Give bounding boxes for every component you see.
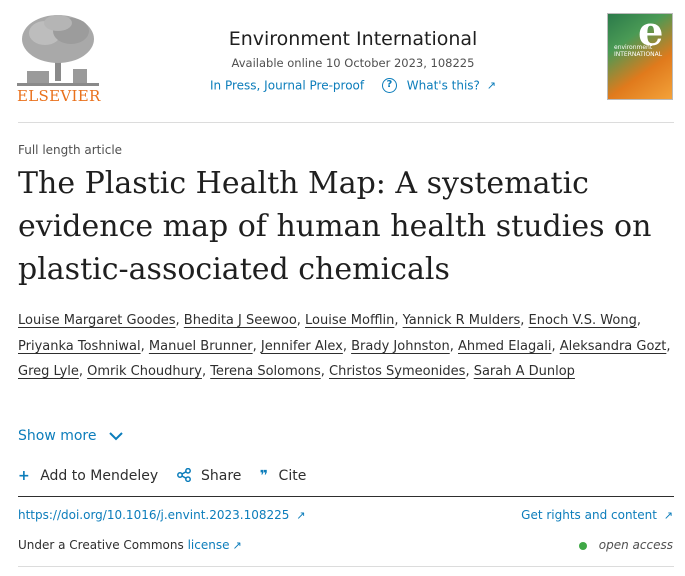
author-separator: , — [449, 338, 459, 354]
journal-info: Environment International Available onli… — [180, 28, 526, 93]
elsevier-logo[interactable]: ELSEVIER — [17, 13, 101, 105]
author-link[interactable]: Terena Solomons — [210, 364, 321, 379]
author-separator: , — [465, 364, 474, 379]
author-link[interactable]: Ahmed Elagali — [458, 339, 551, 354]
author-separator: , — [520, 313, 529, 328]
doi-link[interactable]: https://doi.org/10.1016/j.envint.2023.10… — [18, 508, 305, 522]
author-link[interactable]: Enoch V.S. Wong — [529, 313, 637, 328]
header-divider — [18, 122, 674, 123]
journal-title-link[interactable]: Environment International — [180, 28, 526, 50]
author-separator: , — [175, 313, 184, 328]
author-separator: , — [320, 364, 329, 379]
author-separator: , — [342, 338, 352, 354]
question-icon[interactable]: ? — [381, 78, 397, 93]
quote-icon: ❞ — [259, 468, 269, 484]
author-link[interactable]: Bhedita J Seewoo — [184, 313, 297, 328]
status-link[interactable]: In Press, Journal Pre-proof — [210, 79, 364, 93]
article-actions: + Add to Mendeley Share ❞ Cite — [18, 467, 320, 484]
author-link[interactable]: Greg Lyle — [18, 364, 79, 379]
license-row: Under a Creative Commons license ↗ — [18, 538, 242, 552]
doi-text: https://doi.org/10.1016/j.envint.2023.10… — [18, 508, 290, 522]
author-link[interactable]: Aleksandra Gozt — [560, 339, 667, 354]
publisher-wordmark: ELSEVIER — [17, 87, 101, 105]
open-access-label: open access — [598, 538, 673, 552]
external-link-icon: ↗ — [486, 79, 496, 92]
author-link[interactable]: Manuel Brunner — [149, 339, 253, 354]
author-separator: , — [636, 313, 641, 328]
journal-header: ELSEVIER Environment International Avail… — [0, 0, 685, 122]
author-separator: , — [551, 338, 560, 354]
mendeley-label: Add to Mendeley — [40, 468, 159, 484]
author-link[interactable]: Brady Johnston — [351, 339, 450, 354]
article-type: Full length article — [18, 143, 123, 157]
author-link[interactable]: Jennifer Alex — [261, 339, 343, 354]
cite-label: Cite — [278, 468, 307, 484]
author-link[interactable]: Yannick R Mulders — [403, 313, 521, 328]
author-link[interactable]: Louise Mofflin — [305, 313, 394, 328]
availability-text: Available online 10 October 2023, 108225 — [231, 56, 475, 70]
author-link[interactable]: Louise Margaret Goodes — [18, 313, 176, 328]
external-link-icon: ↗ — [296, 509, 306, 522]
rights-link[interactable]: Get rights and content ↗ — [521, 508, 673, 522]
author-link[interactable]: Priyanka Toshniwal — [18, 339, 141, 354]
author-separator: , — [252, 338, 261, 354]
author-link[interactable]: Omrik Choudhury — [87, 364, 202, 379]
chevron-down-icon — [109, 431, 123, 440]
author-separator: , — [394, 313, 403, 328]
license-link-text: license — [187, 538, 230, 552]
author-link[interactable]: Sarah A Dunlop — [474, 364, 575, 379]
footer-divider — [18, 566, 674, 567]
author-link[interactable]: Christos Symeonides — [329, 364, 465, 379]
author-separator: , — [296, 313, 306, 328]
open-access-dot-icon — [578, 541, 587, 550]
share-icon — [176, 467, 191, 483]
add-to-mendeley-button[interactable]: + Add to Mendeley — [18, 468, 158, 484]
license-prefix: Under a Creative Commons — [18, 538, 184, 552]
external-link-icon: ↗ — [663, 509, 673, 522]
rights-text: Get rights and content — [521, 508, 657, 522]
journal-status-row: In Press, Journal Pre-proof ? What's thi… — [180, 78, 526, 93]
author-separator: , — [201, 364, 211, 379]
external-link-icon: ↗ — [232, 539, 242, 552]
tree-logo-icon — [17, 15, 99, 86]
show-more-label: Show more — [18, 428, 97, 444]
journal-cover-image[interactable]: e environment INTERNATIONAL — [607, 13, 673, 100]
author-separator: , — [140, 338, 149, 354]
actions-divider — [18, 496, 674, 497]
open-access-badge: open access — [578, 538, 673, 552]
whats-this-link[interactable]: What's this? — [407, 79, 480, 93]
license-link[interactable]: license ↗ — [188, 538, 242, 552]
share-button[interactable]: Share — [176, 467, 242, 484]
cite-button[interactable]: ❞ Cite — [260, 468, 306, 484]
plus-icon: + — [18, 468, 30, 484]
article-title: The Plastic Health Map: A systematic evi… — [18, 166, 652, 287]
share-label: Share — [201, 468, 242, 484]
show-more-button[interactable]: Show more — [18, 428, 123, 444]
author-separator: , — [78, 364, 88, 379]
author-separator: , — [666, 338, 671, 354]
author-list: Louise Margaret Goodes, Bhedita J Seewoo… — [18, 308, 678, 385]
cover-title: environment INTERNATIONAL — [614, 44, 663, 58]
